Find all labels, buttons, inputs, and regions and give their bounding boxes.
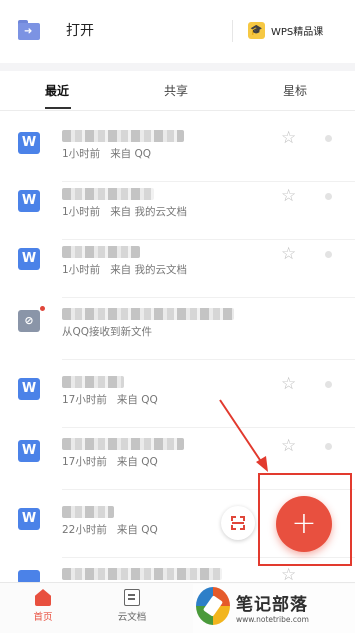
file-meta: 22小时前 来自 QQ [62, 522, 158, 537]
file-time: 1小时前 [62, 264, 101, 276]
home-icon [35, 589, 51, 606]
divider [62, 359, 355, 360]
tab-bar: 最近 共享 星标 [0, 71, 355, 111]
watermark-title: 笔记部落 [236, 595, 308, 615]
divider [62, 427, 355, 428]
file-name-redacted [62, 308, 234, 320]
file-meta: 1小时前 来自 我的云文档 [62, 262, 187, 277]
file-time: 17小时前 [62, 456, 107, 468]
file-source: 来自 QQ [116, 394, 158, 406]
file-row[interactable]: ⊘ 从QQ接收到新文件 [0, 302, 355, 360]
star-icon[interactable]: ☆ [281, 129, 296, 147]
file-row[interactable]: W 17小时前 来自 QQ ☆ [0, 370, 355, 428]
active-tab-indicator [45, 107, 71, 109]
more-options-icon[interactable] [325, 381, 332, 388]
nav-home-label: 首页 [33, 612, 53, 623]
file-name-redacted [62, 188, 154, 200]
file-time: 1小时前 [62, 206, 101, 218]
word-doc-icon: W [18, 190, 40, 212]
star-icon[interactable]: ☆ [281, 437, 296, 455]
word-doc-icon: W [18, 378, 40, 400]
divider [232, 20, 233, 42]
file-row[interactable]: W 1小时前 来自 我的云文档 ☆ [0, 182, 355, 240]
tab-starred[interactable]: 星标 [283, 82, 307, 99]
file-row[interactable]: W 1小时前 来自 QQ ☆ [0, 124, 355, 182]
document-icon [124, 589, 140, 606]
file-name-redacted [62, 130, 184, 142]
file-name-redacted [62, 376, 124, 388]
star-icon[interactable]: ☆ [281, 187, 296, 205]
more-options-icon[interactable] [325, 443, 332, 450]
open-file-button[interactable]: ➜ 打开 [18, 20, 94, 40]
word-doc-icon: W [18, 248, 40, 270]
section-gap [0, 63, 355, 71]
nav-home[interactable]: 首页 [18, 589, 68, 623]
file-source: 来自 QQ [116, 456, 158, 468]
scan-icon [231, 516, 245, 530]
file-time: 1小时前 [62, 148, 101, 160]
file-name-redacted [62, 438, 184, 450]
word-doc-icon: W [18, 132, 40, 154]
file-name-redacted [62, 568, 222, 580]
open-label: 打开 [66, 23, 94, 39]
nav-cloud-docs-label: 云文档 [117, 612, 147, 623]
more-options-icon[interactable] [325, 135, 332, 142]
star-icon[interactable]: ☆ [281, 375, 296, 393]
tab-recent[interactable]: 最近 [45, 82, 69, 99]
tab-shared[interactable]: 共享 [164, 82, 188, 99]
word-doc-icon: W [18, 440, 40, 462]
more-options-icon[interactable] [325, 193, 332, 200]
divider [62, 297, 355, 298]
file-time: 22小时前 [62, 524, 107, 536]
file-source: 从QQ接收到新文件 [62, 326, 153, 338]
share-file-icon: ⊘ [18, 310, 40, 332]
file-source: 来自 我的云文档 [110, 206, 188, 218]
plus-icon: + [291, 506, 317, 541]
file-meta: 17小时前 来自 QQ [62, 454, 158, 469]
wps-course-label: WPS精品课 [271, 27, 324, 38]
scan-button[interactable] [221, 506, 255, 540]
new-document-button[interactable]: + [276, 496, 332, 552]
wps-course-button[interactable]: 🎓 WPS精品课 [248, 22, 323, 39]
file-meta: 17小时前 来自 QQ [62, 392, 158, 407]
unread-badge [40, 306, 45, 311]
file-name-redacted [62, 506, 114, 518]
file-time: 17小时前 [62, 394, 107, 406]
star-icon[interactable]: ☆ [281, 245, 296, 263]
nav-cloud-docs[interactable]: 云文档 [107, 589, 157, 623]
top-bar: ➜ 打开 🎓 WPS精品课 [0, 0, 355, 63]
more-options-icon[interactable] [325, 251, 332, 258]
watermark-url: www.notetribe.com [236, 615, 309, 624]
file-source: 来自 我的云文档 [110, 264, 188, 276]
file-meta: 1小时前 来自 我的云文档 [62, 204, 187, 219]
watermark-logo-icon [196, 587, 230, 625]
folder-icon: ➜ [18, 20, 40, 40]
file-name-redacted [62, 246, 140, 258]
file-source: 来自 QQ [110, 148, 152, 160]
file-meta: 从QQ接收到新文件 [62, 324, 152, 339]
word-doc-icon: W [18, 508, 40, 530]
file-meta: 1小时前 来自 QQ [62, 146, 151, 161]
file-source: 来自 QQ [116, 524, 158, 536]
graduation-cap-icon: 🎓 [248, 22, 265, 39]
file-row[interactable]: W 1小时前 来自 我的云文档 ☆ [0, 240, 355, 298]
